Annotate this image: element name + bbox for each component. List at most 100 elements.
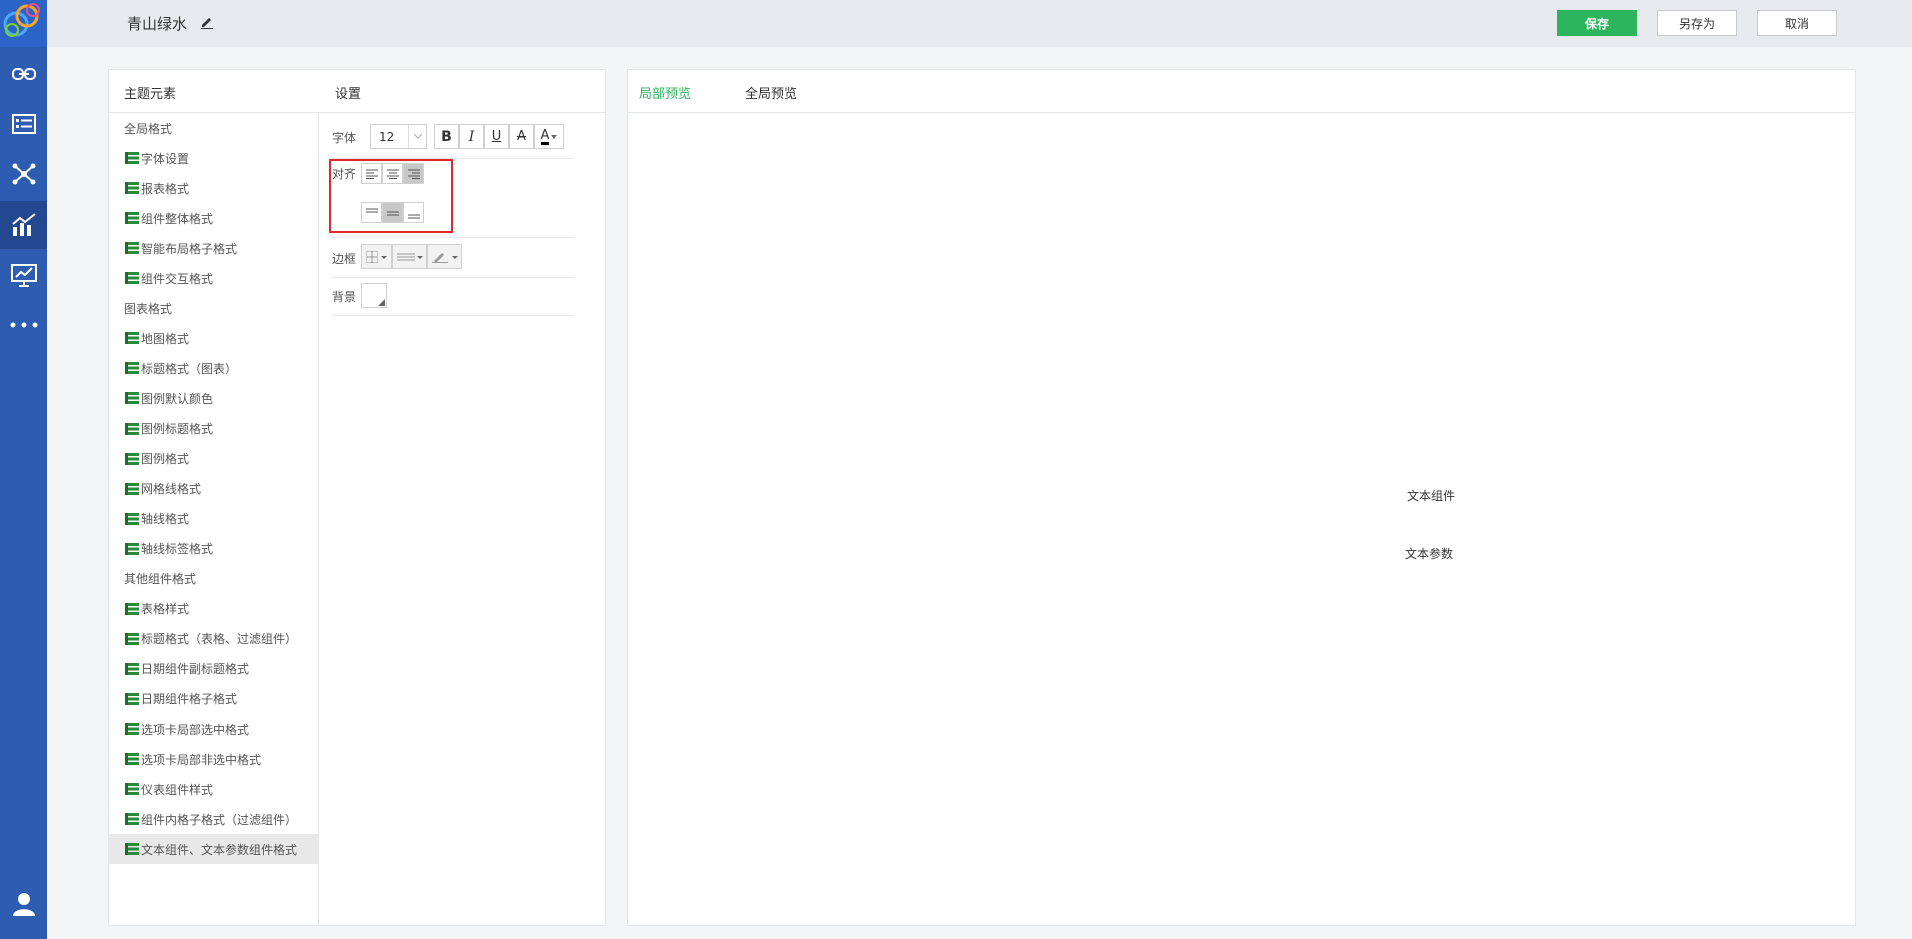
tree-leaf-item[interactable]: 日期组件副标题格式 — [109, 654, 319, 684]
nav-presentation-icon[interactable] — [0, 252, 47, 300]
tree-item-label: 其他组件格式 — [124, 572, 197, 587]
nav-network-icon[interactable] — [0, 150, 47, 198]
nav-more-icon[interactable] — [0, 301, 47, 349]
font-label: 字体 — [332, 131, 357, 145]
theme-title: 青山绿水 — [127, 15, 188, 33]
tree-item-label: 字体设置 — [141, 151, 190, 166]
font-size-select[interactable]: 12 — [370, 124, 427, 149]
panel-header: 主题元素 设置 — [109, 70, 605, 113]
tree-leaf-item[interactable]: 选项卡局部非选中格式 — [109, 744, 319, 774]
green-list-icon — [125, 362, 139, 375]
nav-link-icon[interactable] — [0, 50, 47, 98]
nav-user-icon[interactable] — [0, 880, 47, 928]
align-highlight-box — [329, 159, 453, 233]
font-size-value: 12 — [379, 129, 395, 144]
green-list-icon — [125, 692, 139, 705]
green-list-icon — [125, 632, 139, 645]
edit-pencil-icon[interactable] — [200, 15, 214, 32]
tree-item-label: 图例默认颜色 — [141, 391, 214, 406]
chevron-down-icon[interactable] — [408, 125, 426, 148]
green-list-icon — [125, 392, 139, 405]
tree-item-label: 网格线格式 — [141, 482, 202, 497]
tree-item-label: 标题格式（图表） — [141, 361, 238, 376]
settings-pane: 字体 12 B I U A A 对齐 边框 背景 — [320, 113, 605, 925]
tree-leaf-item[interactable]: 文本组件、文本参数组件格式 — [109, 834, 319, 865]
left-nav — [0, 0, 47, 939]
tree-leaf-item[interactable]: 图例默认颜色 — [109, 383, 319, 413]
tree-item-label: 智能布局格子格式 — [141, 241, 238, 256]
divider — [332, 237, 574, 238]
tree-item-label: 选项卡局部选中格式 — [141, 722, 250, 737]
green-list-icon — [125, 783, 139, 796]
underline-button[interactable]: U — [484, 124, 509, 149]
theme-elements-title: 主题元素 — [124, 87, 177, 102]
tree-item-label: 图表格式 — [124, 301, 173, 316]
tree-item-label: 文本组件、文本参数组件格式 — [141, 842, 298, 857]
tree-leaf-item[interactable]: 报表格式 — [109, 173, 319, 203]
nav-list-icon[interactable] — [0, 100, 47, 148]
green-list-icon — [125, 482, 139, 495]
tab-global-preview[interactable]: 全局预览 — [745, 83, 797, 102]
tree-leaf-item[interactable]: 地图格式 — [109, 323, 319, 353]
divider — [332, 315, 574, 316]
green-list-icon — [125, 813, 139, 826]
green-list-icon — [125, 662, 139, 675]
tree-item-label: 图例格式 — [141, 452, 190, 467]
border-style-button[interactable] — [361, 244, 392, 269]
tree-leaf-item[interactable]: 组件内格子格式（过滤组件） — [109, 804, 319, 834]
tree-leaf-item[interactable]: 日期组件格子格式 — [109, 684, 319, 714]
font-color-a: A — [540, 127, 550, 145]
border-label: 边框 — [332, 252, 357, 266]
strikethrough-button[interactable]: A — [509, 124, 534, 149]
divider — [332, 277, 574, 278]
bold-button[interactable]: B — [434, 124, 459, 149]
tree-leaf-item[interactable]: 标题格式（表格、过滤组件） — [109, 624, 319, 654]
green-list-icon — [125, 452, 139, 465]
background-color-button[interactable] — [361, 283, 387, 308]
tree-leaf-item[interactable]: 图例格式 — [109, 444, 319, 474]
green-list-icon — [125, 843, 139, 856]
tree-leaf-item[interactable]: 字体设置 — [109, 143, 319, 173]
preview-text-param: 文本参数 — [1405, 547, 1454, 561]
green-list-icon — [125, 332, 139, 345]
tree-leaf-item[interactable]: 轴线标签格式 — [109, 534, 319, 564]
top-header: 青山绿水 保存 另存为 取消 — [47, 0, 1912, 47]
save-button[interactable]: 保存 — [1557, 10, 1637, 36]
background-label: 背景 — [332, 290, 357, 304]
border-line-button[interactable] — [392, 244, 427, 269]
app-logo[interactable] — [0, 0, 47, 47]
tree-group-item[interactable]: 全局格式 — [109, 113, 319, 143]
font-color-button[interactable]: A — [534, 124, 564, 149]
tree-item-label: 日期组件副标题格式 — [141, 662, 250, 677]
tree-group-item[interactable]: 图表格式 — [109, 293, 319, 323]
tree-leaf-item[interactable]: 标题格式（图表） — [109, 353, 319, 383]
tree-leaf-item[interactable]: 选项卡局部选中格式 — [109, 714, 319, 744]
nav-chart-icon[interactable] — [0, 201, 47, 249]
green-list-icon — [125, 242, 139, 255]
tree-leaf-item[interactable]: 表格样式 — [109, 594, 319, 624]
tree-item-label: 标题格式（表格、过滤组件） — [141, 632, 298, 647]
italic-button[interactable]: I — [459, 124, 484, 149]
tree-leaf-item[interactable]: 网格线格式 — [109, 474, 319, 504]
settings-title: 设置 — [335, 87, 362, 102]
cancel-button[interactable]: 取消 — [1757, 10, 1837, 36]
tab-local-preview[interactable]: 局部预览 — [639, 83, 691, 102]
tree-item-label: 图例标题格式 — [141, 422, 214, 436]
tree-leaf-item[interactable]: 组件整体格式 — [109, 203, 319, 233]
caret-down-icon — [551, 134, 558, 139]
green-list-icon — [125, 212, 139, 225]
tree-leaf-item[interactable]: 智能布局格子格式 — [109, 233, 319, 263]
preview-tabs: 局部预览 全局预览 — [628, 70, 1855, 113]
tree-leaf-item[interactable]: 图例标题格式 — [109, 414, 319, 444]
green-list-icon — [125, 753, 139, 766]
tree-leaf-item[interactable]: 轴线格式 — [109, 504, 319, 534]
tree-leaf-item[interactable]: 组件交互格式 — [109, 263, 319, 293]
green-list-icon — [125, 542, 139, 555]
preview-panel: 局部预览 全局预览 文本组件 文本参数 — [627, 69, 1856, 926]
tree-group-item[interactable]: 其他组件格式 — [109, 564, 319, 594]
border-color-button[interactable] — [427, 244, 462, 269]
tree-item-label: 选项卡局部非选中格式 — [141, 752, 262, 767]
tree-item-label: 组件交互格式 — [141, 271, 214, 286]
tree-leaf-item[interactable]: 仪表组件样式 — [109, 774, 319, 804]
save-as-button[interactable]: 另存为 — [1657, 10, 1737, 36]
